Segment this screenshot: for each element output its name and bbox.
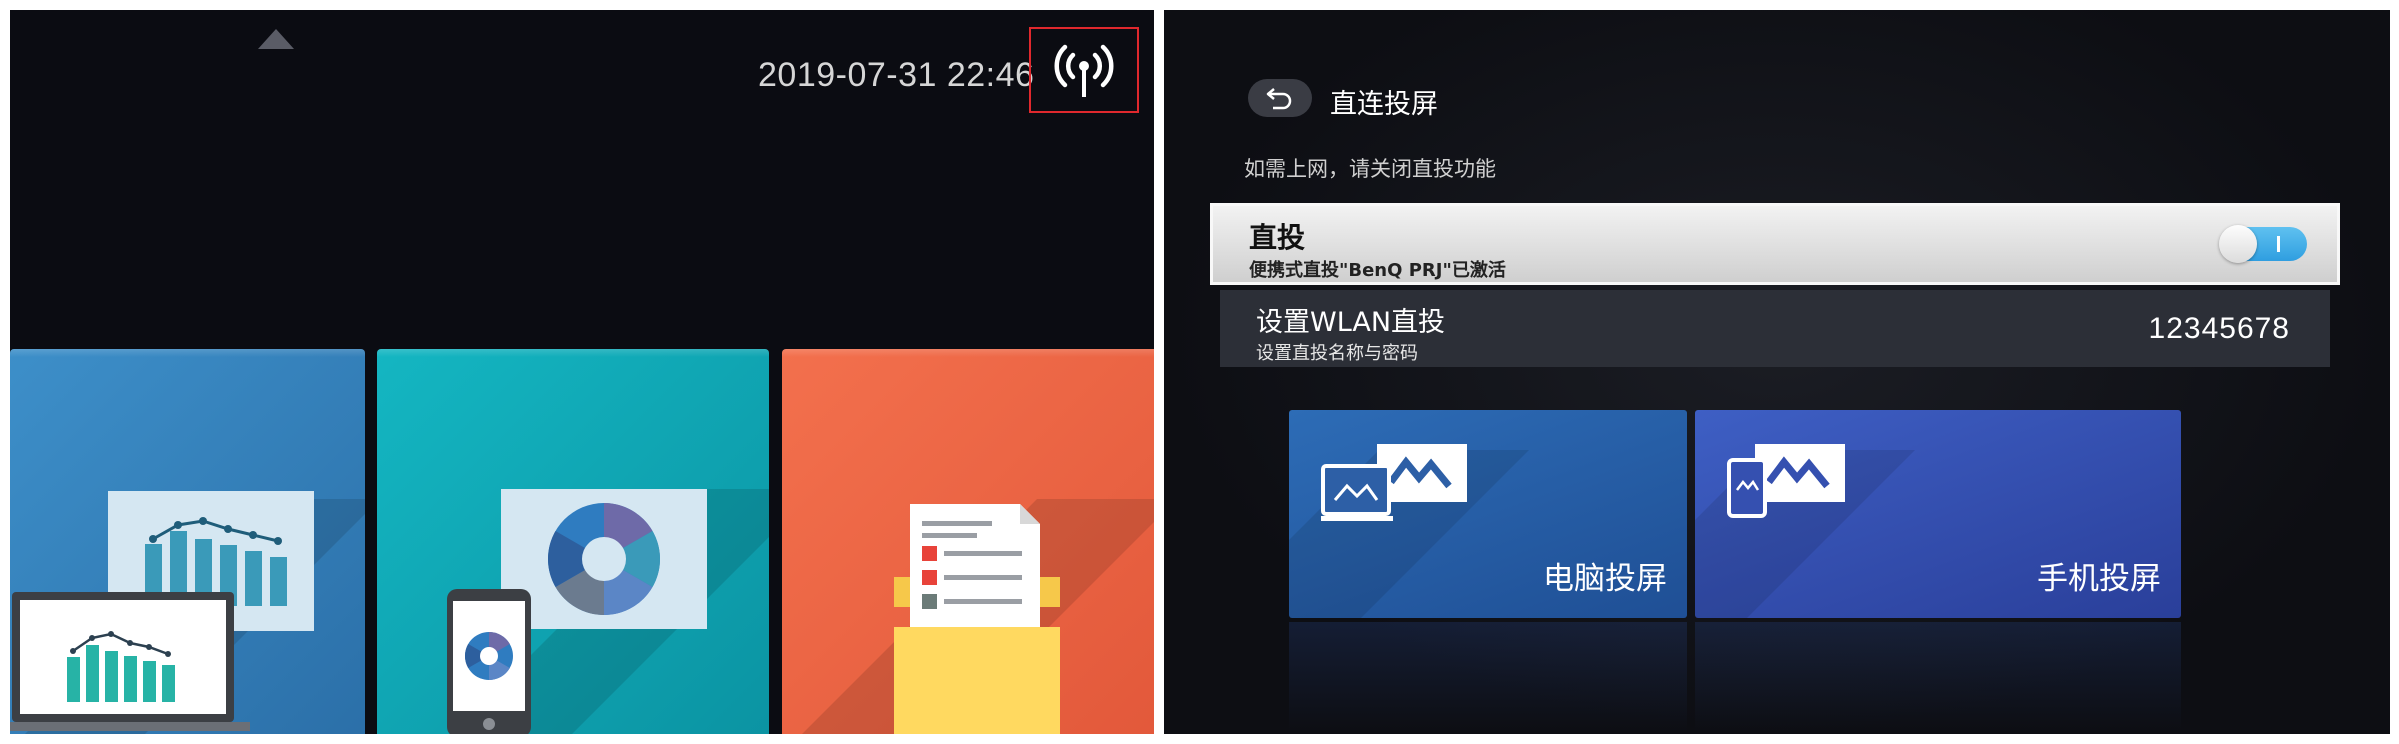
- wlan-password-value: 12345678: [2148, 312, 2290, 345]
- datetime-label: 2019-07-31 22:46: [758, 56, 1035, 94]
- phone-cast-icon: [1727, 444, 1845, 518]
- phone-cast-label: 手机投屏: [2037, 561, 2161, 597]
- laptop-cast-icon: [1321, 444, 1467, 521]
- back-button[interactable]: [1248, 79, 1312, 117]
- wlan-direct-settings-row[interactable]: 设置WLAN直投 设置直投名称与密码 12345678: [1220, 290, 2330, 367]
- pc-cast-reflection: [1289, 622, 1687, 732]
- laptop-chart-icon: [10, 491, 314, 731]
- scroll-up-icon[interactable]: [258, 29, 294, 49]
- direct-cast-screen: 直连投屏 如需上网，请关闭直投功能 直投 便携式直投"BenQ PRJ"已激活 …: [1164, 10, 2390, 734]
- back-arrow-icon: [1266, 88, 1292, 110]
- direct-cast-label: 直投: [1249, 221, 1306, 254]
- wifi-direct-button[interactable]: [1029, 27, 1139, 113]
- direct-cast-status: 便携式直投"BenQ PRJ"已激活: [1249, 260, 1506, 281]
- wlan-direct-sublabel: 设置直投名称与密码: [1256, 343, 1418, 364]
- phone-pie-chart-icon: [447, 489, 707, 734]
- phone-cast-reflection: [1695, 622, 2181, 732]
- home-screen: 2019-07-31 22:46: [10, 10, 1154, 734]
- tile-presentation[interactable]: [10, 349, 365, 734]
- page-title: 直连投屏: [1330, 89, 1438, 120]
- wifi-signal-icon: [1054, 44, 1114, 97]
- tile-files[interactable]: [782, 349, 1154, 734]
- direct-cast-row[interactable]: 直投 便携式直投"BenQ PRJ"已激活: [1210, 203, 2340, 285]
- phone-cast-button[interactable]: 手机投屏: [1695, 410, 2181, 618]
- wlan-direct-label: 设置WLAN直投: [1256, 307, 1446, 338]
- tile-media[interactable]: [377, 349, 769, 734]
- folder-document-icon: [894, 504, 1060, 734]
- pc-cast-button[interactable]: 电脑投屏: [1289, 410, 1687, 618]
- toggle-on-mark: [2277, 236, 2280, 252]
- direct-cast-toggle[interactable]: [2219, 225, 2307, 263]
- toggle-knob: [2219, 225, 2257, 263]
- pc-cast-label: 电脑投屏: [1543, 561, 1667, 597]
- hint-text: 如需上网，请关闭直投功能: [1244, 157, 1496, 181]
